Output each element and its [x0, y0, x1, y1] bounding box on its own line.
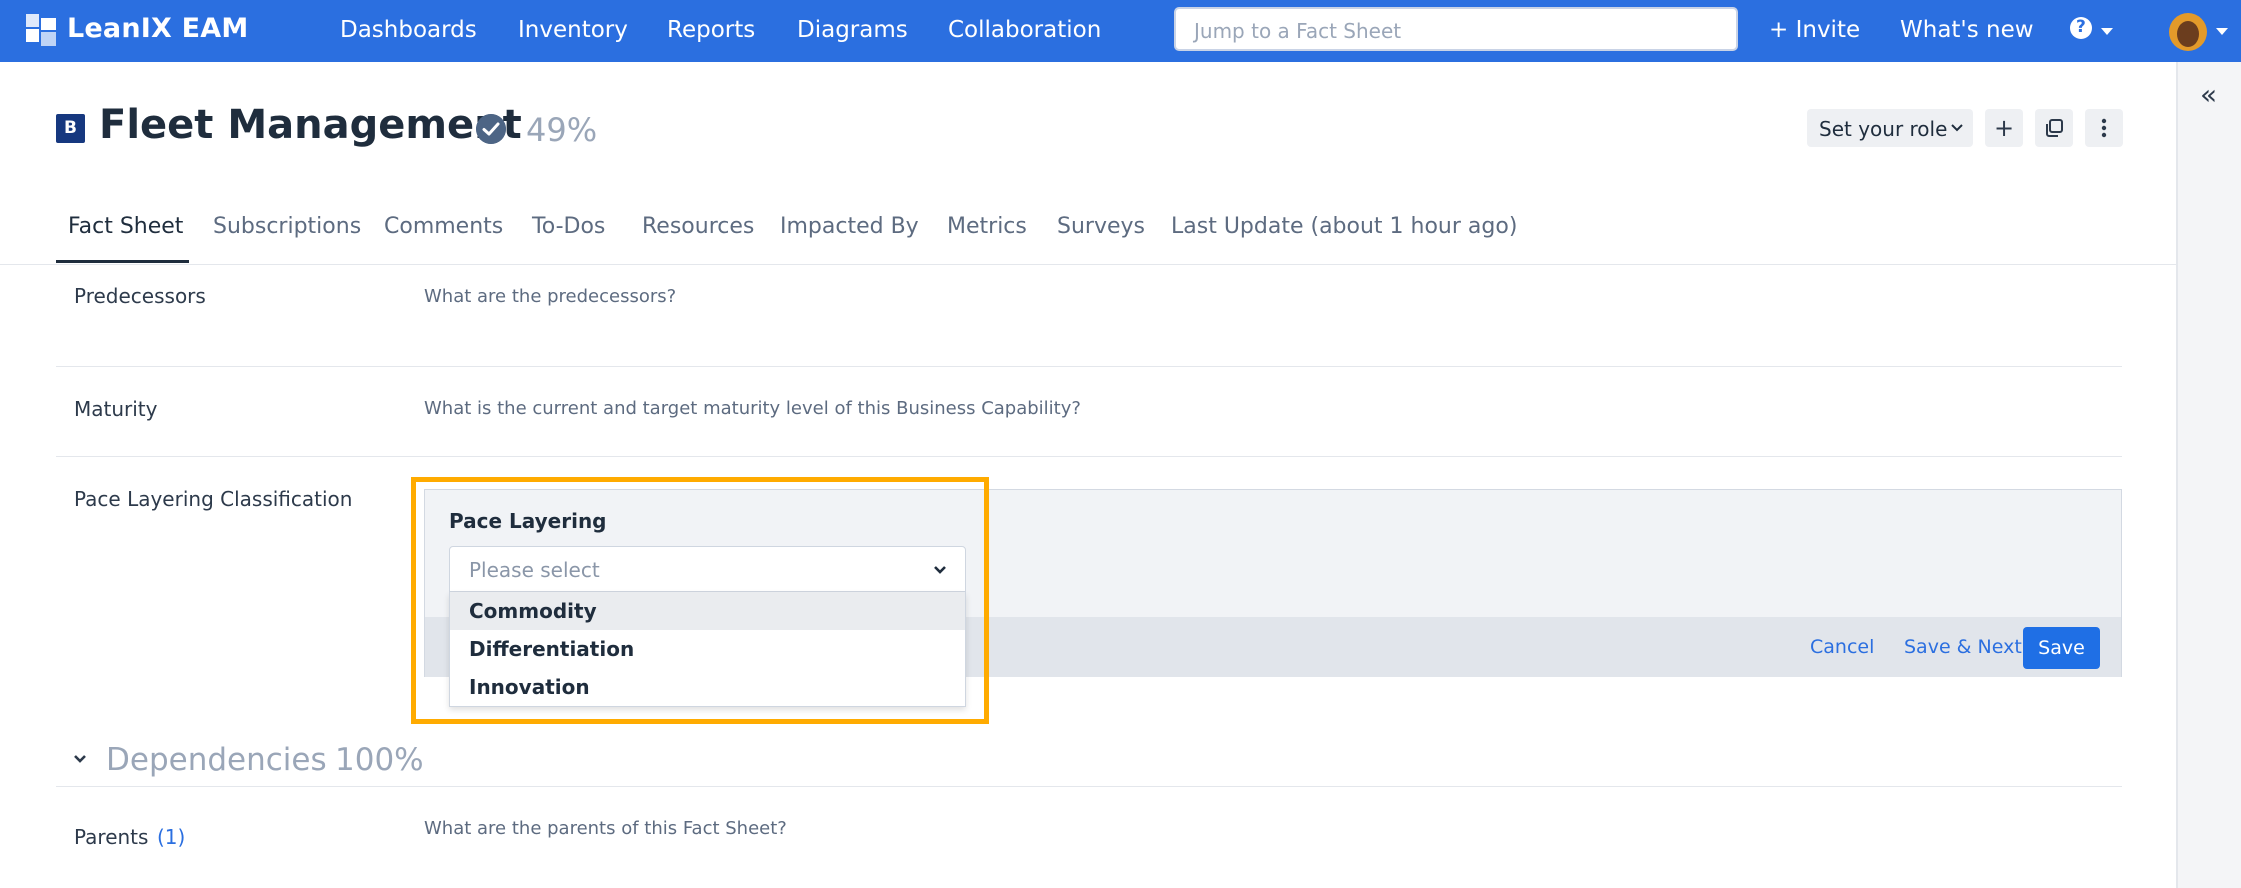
highlight-box — [411, 477, 989, 724]
nav-dashboards[interactable]: Dashboards — [340, 17, 477, 43]
more-vertical-icon — [2101, 118, 2107, 138]
fact-sheet-search-input[interactable]: Jump to a Fact Sheet — [1174, 7, 1738, 51]
row-divider — [56, 366, 2122, 367]
predecessors-question[interactable]: What are the predecessors? — [424, 286, 676, 307]
save-and-next-button[interactable]: Save & Next — [1904, 636, 2022, 658]
avatar-face — [2177, 21, 2199, 47]
cancel-button[interactable]: Cancel — [1810, 636, 1874, 658]
tab-comments[interactable]: Comments — [384, 214, 503, 239]
role-chevron-down-icon — [1951, 124, 1963, 132]
tab-todos[interactable]: To-Dos — [532, 214, 605, 239]
nav-collaboration[interactable]: Collaboration — [948, 17, 1101, 43]
leanix-logo-icon[interactable] — [26, 14, 56, 46]
fact-sheet-type-badge: B — [56, 114, 85, 143]
tab-resources[interactable]: Resources — [642, 214, 754, 239]
set-role-button[interactable]: Set your role — [1807, 109, 1973, 147]
copy-icon — [2046, 119, 2063, 137]
verified-check-icon — [476, 114, 506, 144]
help-glyph: ? — [2076, 17, 2086, 37]
parents-label: Parents — [74, 825, 149, 849]
completion-score: 49% — [526, 111, 598, 149]
pace-layering-label: Pace Layering Classification — [74, 487, 353, 511]
user-avatar[interactable] — [2169, 13, 2207, 51]
save-button[interactable]: Save — [2023, 627, 2100, 669]
help-chevron-down-icon[interactable] — [2101, 28, 2113, 35]
tab-surveys[interactable]: Surveys — [1057, 214, 1145, 239]
tab-subscriptions[interactable]: Subscriptions — [213, 214, 361, 239]
tab-last-update[interactable]: Last Update (about 1 hour ago) — [1171, 214, 1517, 239]
top-navigation-bar: LeanIX EAM Dashboards Inventory Reports … — [0, 0, 2241, 62]
active-tab-indicator — [56, 260, 189, 263]
brand-name[interactable]: LeanIX EAM — [67, 13, 248, 44]
nav-inventory[interactable]: Inventory — [518, 17, 628, 43]
add-icon: + — [1993, 114, 2015, 142]
add-button[interactable]: + — [1985, 109, 2023, 147]
dependencies-completion: 100% — [335, 742, 424, 778]
maturity-label: Maturity — [74, 397, 158, 421]
tab-fact-sheet[interactable]: Fact Sheet — [68, 214, 183, 239]
side-panel-rail: « — [2176, 62, 2241, 888]
set-role-label: Set your role — [1819, 117, 1948, 141]
collapse-chevron-down-icon[interactable] — [73, 754, 87, 764]
predecessors-label: Predecessors — [74, 284, 206, 308]
maturity-question[interactable]: What is the current and target maturity … — [424, 398, 1081, 419]
dependencies-section-title[interactable]: Dependencies — [106, 742, 327, 778]
invite-button[interactable]: + Invite — [1769, 17, 1860, 43]
parents-count[interactable]: (1) — [157, 825, 185, 849]
copy-button[interactable] — [2035, 109, 2073, 147]
nav-reports[interactable]: Reports — [667, 17, 755, 43]
nav-diagrams[interactable]: Diagrams — [797, 17, 908, 43]
whats-new-link[interactable]: What's new — [1900, 17, 2034, 43]
section-divider — [56, 786, 2122, 787]
tab-impacted-by[interactable]: Impacted By — [780, 214, 919, 239]
parents-question[interactable]: What are the parents of this Fact Sheet? — [424, 818, 787, 839]
user-menu-chevron-down-icon[interactable] — [2216, 28, 2228, 35]
row-divider — [56, 456, 2122, 457]
tabs-divider — [0, 264, 2176, 265]
more-options-button[interactable] — [2085, 109, 2123, 147]
page-title: Fleet Management — [99, 102, 522, 148]
tab-metrics[interactable]: Metrics — [947, 214, 1027, 239]
expand-panel-chevrons-icon[interactable]: « — [2200, 78, 2217, 111]
help-icon[interactable]: ? — [2070, 17, 2092, 39]
